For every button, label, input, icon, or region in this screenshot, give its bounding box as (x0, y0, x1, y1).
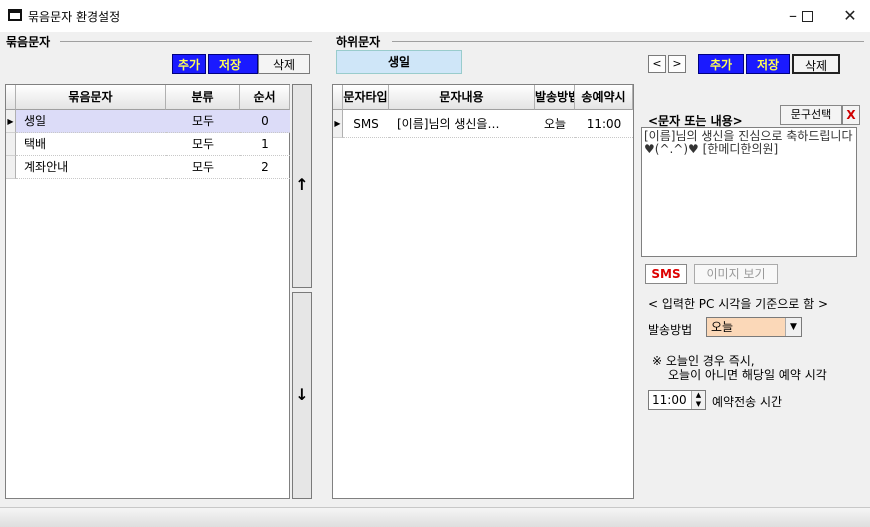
reserve-time-spinner[interactable]: 11:00 ▲ ▼ (648, 390, 706, 410)
window-title: 묶음문자 환경설정 (28, 10, 121, 24)
col-header-method[interactable]: 발송방법 (535, 85, 575, 110)
send-method-label: 발송방법 (648, 323, 693, 337)
left-delete-button[interactable]: 삭제 (258, 54, 310, 74)
left-add-button[interactable]: 추가 (172, 54, 206, 74)
sub-row-type[interactable]: SMS (343, 110, 389, 138)
table-row-category[interactable]: 모두 (166, 133, 240, 156)
row-header (6, 156, 16, 179)
send-method-select[interactable]: 오늘 ▼ (706, 317, 802, 337)
pc-time-note: < 입력한 PC 시각을 기준으로 함 > (648, 297, 829, 311)
right-save-button[interactable]: 저장 (746, 54, 790, 74)
phrase-select-button[interactable]: 문구선택 (780, 105, 842, 125)
right-add-button[interactable]: 추가 (698, 54, 744, 74)
group-divider (60, 41, 312, 42)
close-button[interactable]: ✕ (835, 4, 865, 28)
next-button[interactable]: > (668, 55, 686, 73)
col-header-order[interactable]: 순서 (240, 85, 290, 110)
phrase-delete-button[interactable]: X (842, 105, 860, 125)
col-header-time[interactable]: 송예약시 (575, 85, 633, 110)
col-header-content[interactable]: 문자내용 (389, 85, 535, 110)
move-down-button[interactable]: ↓ (292, 292, 312, 499)
sub-row-time[interactable]: 11:00 (575, 110, 633, 138)
table-row-order[interactable]: 1 (240, 133, 290, 156)
image-view-button[interactable]: 이미지 보기 (694, 264, 778, 284)
status-bar (0, 507, 870, 527)
reserve-time-label: 예약전송 시간 (712, 395, 783, 409)
table-row-name[interactable]: 택배 (16, 133, 166, 156)
table-row-order[interactable]: 0 (240, 110, 290, 133)
bundle-grid[interactable]: 묶음문자 분류 순서 ▶ 생일 모두 0 택배 모두 1 계좌안내 모두 2 (5, 84, 290, 499)
group-label-bundle: 묶음문자 (6, 35, 51, 49)
move-up-button[interactable]: ↑ (292, 84, 312, 288)
maximize-icon (801, 11, 813, 22)
table-row-name[interactable]: 계좌안내 (16, 156, 166, 179)
app-icon (8, 9, 22, 21)
grid-corner (333, 85, 343, 110)
sub-row-content[interactable]: [이름]님의 생신을… (389, 110, 535, 138)
title-bar: 묶음문자 환경설정 – ✕ (0, 0, 870, 32)
sms-type-button[interactable]: SMS (645, 264, 687, 284)
send-method-value: 오늘 (711, 320, 734, 334)
table-row-name[interactable]: 생일 (16, 110, 166, 133)
reserve-time-value: 11:00 (652, 393, 687, 407)
group-divider (392, 41, 864, 42)
group-label-sub: 하위문자 (336, 35, 381, 49)
col-header-category[interactable]: 분류 (166, 85, 240, 110)
left-save-button[interactable]: 저장 (208, 54, 258, 74)
table-row-order[interactable]: 2 (240, 156, 290, 179)
message-textarea[interactable]: [이름]님의 생신을 진심으로 축하드립니다♥(^.^)♥ [한메디한의원] (641, 127, 857, 257)
sub-row-method[interactable]: 오늘 (535, 110, 575, 138)
col-header-name[interactable]: 묶음문자 (16, 85, 166, 110)
prev-button[interactable]: < (648, 55, 666, 73)
sub-message-grid[interactable]: 문자타입 문자내용 발송방법 송예약시 ▶ SMS [이름]님의 생신을… 오늘… (332, 84, 634, 499)
right-delete-button[interactable]: 삭제 (792, 54, 840, 74)
spinner-arrows-icon[interactable]: ▲ ▼ (691, 391, 705, 409)
col-header-type[interactable]: 문자타입 (343, 85, 389, 110)
row-selector-icon: ▶ (333, 110, 343, 138)
table-row-category[interactable]: 모두 (166, 110, 240, 133)
row-header (6, 133, 16, 156)
grid-corner (6, 85, 16, 110)
note-line-2: 오늘이 아니면 해당일 예약 시각 (668, 368, 827, 382)
maximize-button[interactable] (792, 4, 822, 28)
chevron-down-icon[interactable]: ▼ (785, 318, 801, 336)
table-row-category[interactable]: 모두 (166, 156, 240, 179)
row-selector-icon: ▶ (6, 110, 16, 133)
selected-bundle-tab[interactable]: 생일 (336, 50, 462, 74)
